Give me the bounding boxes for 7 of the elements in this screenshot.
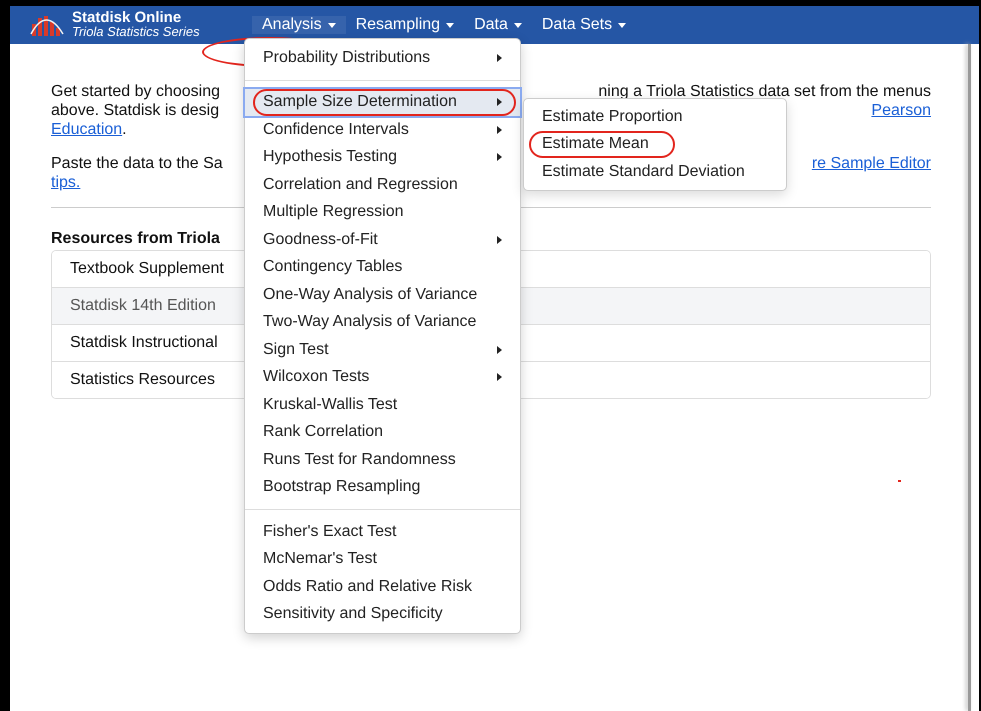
body-text: . [122,121,127,138]
body-text: Get started by choosing [51,83,220,100]
app-subtitle: Triola Statistics Series [72,25,200,39]
app-title: Statdisk Online [72,11,182,25]
section-heading: Resources from Triola [51,230,220,248]
body-text: above. Statdisk is desig [51,102,220,119]
body-text: Paste the data to the Sa [51,155,223,172]
